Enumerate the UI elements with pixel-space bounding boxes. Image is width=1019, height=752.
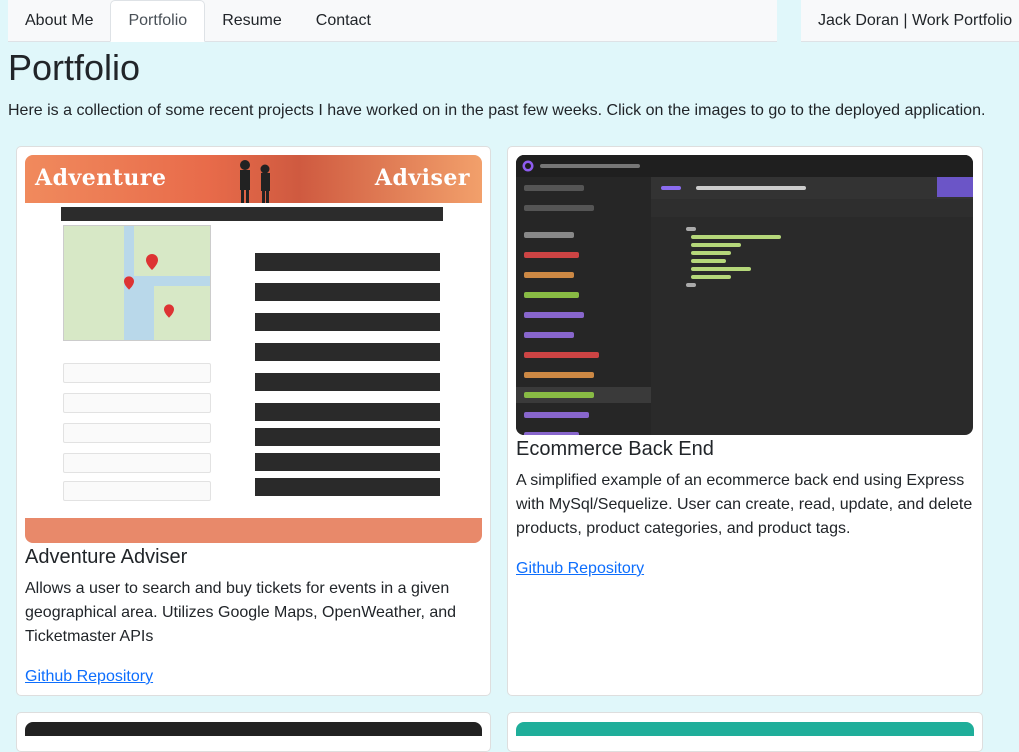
screenshot-search-bar <box>61 207 443 221</box>
map-pin-icon <box>146 254 158 270</box>
tab-contact[interactable]: Contact <box>299 0 388 41</box>
insomnia-logo-icon <box>522 160 534 172</box>
project-image-ecommerce-back-end[interactable] <box>516 155 973 435</box>
tab-portfolio[interactable]: Portfolio <box>110 0 206 42</box>
project-description: A simplified example of an ecommerce bac… <box>516 472 973 537</box>
project-title: Adventure Adviser <box>25 546 188 568</box>
page-title: Portfolio <box>8 47 141 88</box>
github-repository-link[interactable]: Github Repository <box>516 560 644 577</box>
screenshot-footer <box>25 518 482 543</box>
page-intro: Here is a collection of some recent proj… <box>8 102 986 119</box>
project-card-adventure-adviser: Adventure Adviser Adventure Adviser Allo… <box>16 146 491 696</box>
project-title: Ecommerce Back End <box>516 438 714 460</box>
github-repository-link[interactable]: Github Repository <box>25 668 153 685</box>
screenshot-header-right: Adviser <box>374 165 470 191</box>
project-card-ecommerce-back-end: Ecommerce Back End A simplified example … <box>507 146 983 696</box>
insomnia-request-sidebar <box>516 177 651 435</box>
insomnia-url-bar <box>651 177 973 199</box>
tab-about-me[interactable]: About Me <box>8 0 110 41</box>
insomnia-send-button <box>937 177 973 197</box>
silhouette-people-icon <box>240 160 270 205</box>
screenshot-header-left: Adventure <box>35 165 167 191</box>
site-brand: Jack Doran | Work Portfolio <box>801 0 1019 42</box>
insomnia-topbar <box>516 155 973 177</box>
screenshot-header-banner: Adventure Adviser <box>25 155 482 205</box>
project-description: Allows a user to search and buy tickets … <box>25 580 457 645</box>
project-image-adventure-adviser[interactable]: Adventure Adviser <box>25 155 482 543</box>
nav-tabs: About Me Portfolio Resume Contact <box>8 0 777 42</box>
map-thumbnail <box>63 225 211 341</box>
tab-resume[interactable]: Resume <box>205 0 299 41</box>
screenshot-body <box>25 203 482 518</box>
